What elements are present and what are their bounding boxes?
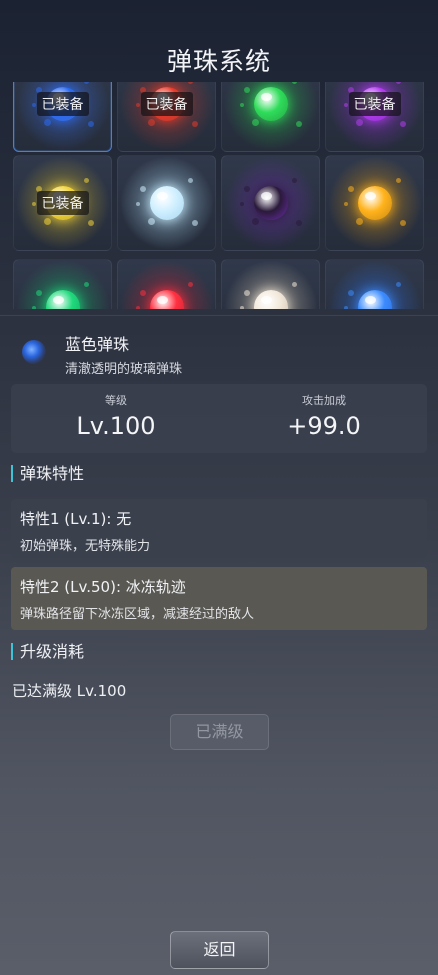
attack-bonus-label: 攻击加成	[302, 394, 346, 407]
trait-1-description: 初始弹珠，无特殊能力	[20, 539, 151, 554]
sparkle-dot	[32, 103, 36, 107]
page-title: 弹珠系统	[166, 47, 271, 76]
sparkle-dot	[348, 186, 354, 192]
sparkle-dot	[148, 218, 155, 225]
sparkle-dot	[136, 202, 140, 206]
divider	[0, 315, 438, 316]
sparkle-dot	[344, 202, 348, 206]
sparkle-dot	[188, 282, 193, 287]
trait-1-title: 特性1 (Lv.1): 无	[20, 510, 132, 528]
sparkle-dot	[396, 178, 401, 183]
equipped-badge: 已装备	[140, 92, 193, 116]
sparkle-dot	[148, 119, 155, 126]
selected-marble-name: 蓝色弹珠	[65, 335, 130, 354]
sparkle-dot	[240, 306, 244, 309]
marble-card-amber-marble[interactable]	[325, 155, 424, 251]
equipped-badge: 已装备	[36, 92, 89, 116]
sparkle-dot	[136, 103, 140, 107]
trait-2-description: 弹珠路径留下冰冻区域，减速经过的敌人	[20, 607, 255, 622]
upgrade-status: 已达满级 Lv.100	[12, 682, 127, 700]
sparkle-dot	[32, 306, 36, 309]
sparkle-dot	[32, 202, 36, 206]
sparkle-dot	[192, 121, 198, 127]
sparkle-dot	[344, 103, 348, 107]
sparkle-dot	[244, 290, 250, 296]
sparkle-dot	[36, 290, 42, 296]
sparkle-dot	[140, 186, 146, 192]
attack-bonus-value: +99.0	[287, 412, 361, 440]
marble-card-pearl-marble[interactable]	[221, 259, 320, 309]
equipped-badge: 已装备	[348, 92, 401, 116]
sparkle-dot	[396, 282, 401, 287]
sparkle-dot	[348, 290, 354, 296]
marble-card-green-marble[interactable]	[221, 82, 320, 152]
marble-grid: 已装备 已装备 已装备 已装备	[13, 82, 425, 309]
marble-orb-icon	[253, 87, 288, 121]
sparkle-dot	[44, 119, 51, 126]
stats-panel: 等级 Lv.100 攻击加成 +99.0	[11, 384, 427, 453]
sparkle-dot	[44, 218, 51, 225]
marble-card-dark-marble[interactable]	[221, 155, 320, 251]
sparkle-dot	[292, 282, 297, 287]
marble-card-sapphire-marble[interactable]	[325, 259, 424, 309]
sparkle-dot	[296, 121, 302, 127]
sparkle-dot	[140, 290, 146, 296]
marble-card-ice-marble[interactable]	[117, 155, 216, 251]
marble-card-emerald-marble[interactable]	[13, 259, 112, 309]
marble-card-blue-marble[interactable]: 已装备	[13, 82, 112, 152]
trait-card-1: 特性1 (Lv.1): 无 初始弹珠，无特殊能力	[11, 499, 427, 558]
trait-2-title: 特性2 (Lv.50): 冰冻轨迹	[20, 578, 186, 596]
marble-orb-icon	[149, 186, 184, 220]
marble-orb-icon	[253, 186, 288, 220]
sparkle-dot	[400, 220, 406, 226]
back-button[interactable]: 返回	[170, 931, 269, 969]
sparkle-dot	[84, 282, 89, 287]
upgrade-section-title: 升级消耗	[11, 643, 84, 660]
sparkle-dot	[240, 202, 244, 206]
level-value: Lv.100	[76, 412, 156, 440]
marble-card-gold-marble[interactable]: 已装备	[13, 155, 112, 251]
selected-marble-icon	[22, 340, 46, 364]
sparkle-dot	[344, 306, 348, 309]
sparkle-dot	[296, 220, 302, 226]
sparkle-dot	[252, 119, 259, 126]
marble-card-purple-marble[interactable]: 已装备	[325, 82, 424, 152]
level-label: 等级	[105, 394, 127, 407]
selected-marble-description: 清澈透明的玻璃弹珠	[65, 362, 183, 377]
equipped-badge: 已装备	[36, 191, 89, 215]
sparkle-dot	[188, 178, 193, 183]
sparkle-dot	[400, 121, 406, 127]
sparkle-dot	[292, 178, 297, 183]
sparkle-dot	[356, 119, 363, 126]
sparkle-dot	[240, 103, 244, 107]
sparkle-dot	[356, 218, 363, 225]
sparkle-dot	[252, 218, 259, 225]
traits-section-title: 弹珠特性	[11, 465, 84, 482]
sparkle-dot	[84, 178, 89, 183]
max-level-button[interactable]: 已满级	[170, 714, 269, 750]
sparkle-dot	[88, 121, 94, 127]
sparkle-dot	[136, 306, 140, 309]
marble-card-crimson-marble[interactable]	[117, 259, 216, 309]
sparkle-dot	[88, 220, 94, 226]
marble-orb-icon	[357, 186, 392, 220]
marble-card-red-marble[interactable]: 已装备	[117, 82, 216, 152]
sparkle-dot	[192, 220, 198, 226]
trait-card-2: 特性2 (Lv.50): 冰冻轨迹 弹珠路径留下冰冻区域，减速经过的敌人	[11, 567, 427, 630]
sparkle-dot	[244, 87, 250, 93]
sparkle-dot	[244, 186, 250, 192]
